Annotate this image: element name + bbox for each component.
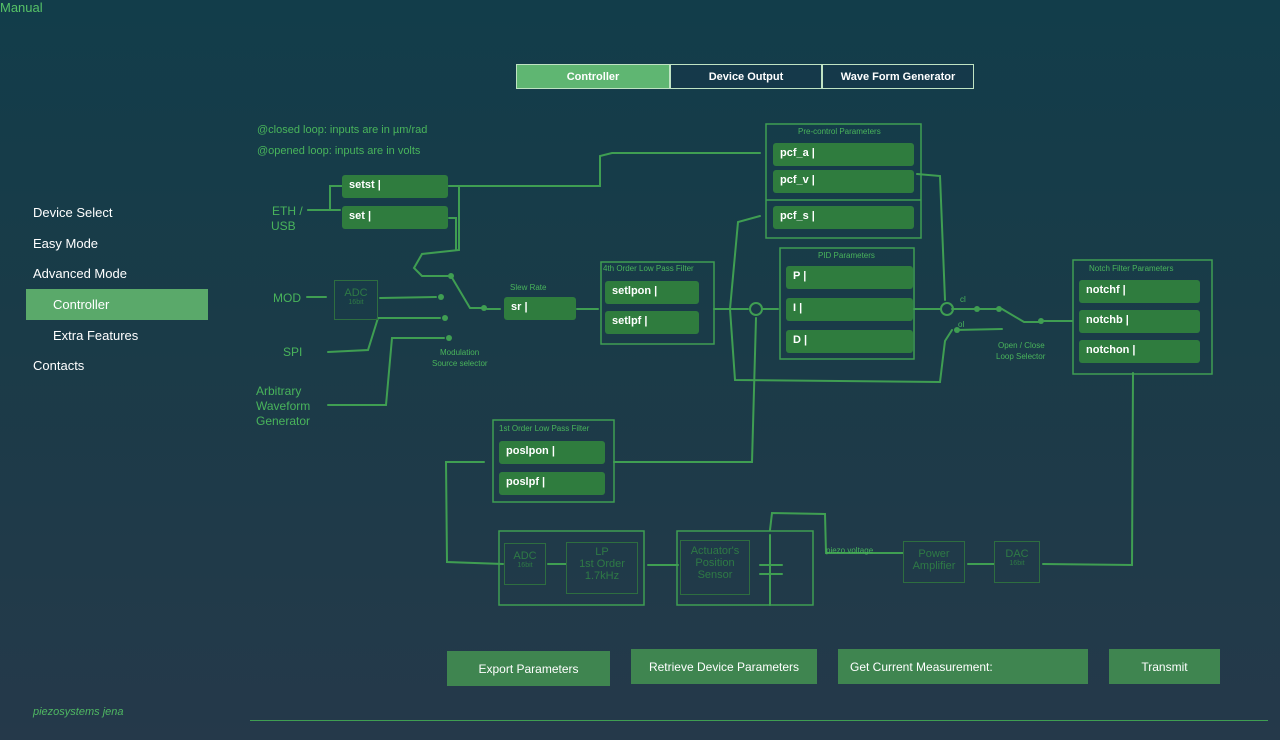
adc-feedback-block: ADC 16bit — [504, 543, 546, 585]
closed-loop-note: @closed loop: inputs are in µm/rad — [257, 124, 428, 136]
controller-block-diagram — [306, 123, 1213, 606]
opened-loop-note: @opened loop: inputs are in volts — [257, 145, 421, 157]
dac-block: DAC 16bit — [994, 541, 1040, 583]
loop-selector-label-1: Open / Close — [998, 341, 1045, 350]
modulation-selector-label-2: Source selector — [432, 359, 488, 368]
set-field[interactable]: set | — [342, 206, 448, 229]
pcf-a-field[interactable]: pcf_a | — [773, 143, 914, 166]
pid-p-field[interactable]: P | — [786, 266, 913, 289]
pid-title: PID Parameters — [818, 251, 875, 260]
notchon-field[interactable]: notchon | — [1079, 340, 1200, 363]
awg-label-2: Waveform — [256, 399, 311, 413]
notchb-field[interactable]: notchb | — [1079, 310, 1200, 333]
lpf1-title: 1st Order Low Pass Filter — [499, 424, 590, 433]
lpf4-title: 4th Order Low Pass Filter — [603, 264, 694, 273]
sr-field[interactable]: sr | — [504, 297, 576, 320]
pid-i-field[interactable]: I | — [786, 298, 913, 321]
lp-filter-block: LP 1st Order 1.7kHz — [566, 542, 638, 594]
transmit-button[interactable]: Transmit — [1109, 649, 1220, 684]
cl-label: cl — [960, 295, 966, 304]
loop-selector-label-2: Loop Selector — [996, 352, 1046, 361]
adc-input-block: ADC 16bit — [334, 280, 378, 320]
awg-label-3: Generator — [256, 414, 311, 428]
pcf-s-field[interactable]: pcf_s | — [773, 206, 914, 229]
position-sensor-block: Actuator's Position Sensor — [680, 540, 750, 595]
export-parameters-button[interactable]: Export Parameters — [447, 651, 610, 686]
pid-d-field[interactable]: D | — [786, 330, 913, 353]
pcf-v-field[interactable]: pcf_v | — [773, 170, 914, 193]
usb-label: USB — [271, 219, 296, 233]
precontrol-title: Pre-control Parameters — [798, 127, 881, 136]
mod-label: MOD — [273, 291, 301, 305]
poslpf-field[interactable]: poslpf | — [499, 472, 605, 495]
awg-label-1: Arbitrary — [256, 384, 302, 398]
power-amplifier-block: Power Amplifier — [903, 541, 965, 583]
piezo-voltage-label: piezo voltage — [826, 546, 874, 555]
slew-rate-label: Slew Rate — [510, 283, 547, 292]
retrieve-device-parameters-button[interactable]: Retrieve Device Parameters — [631, 649, 817, 684]
spi-label: SPI — [283, 345, 303, 359]
setlpf-field[interactable]: setlpf | — [605, 311, 699, 334]
notchf-field[interactable]: notchf | — [1079, 280, 1200, 303]
ol-label: ol — [958, 320, 965, 329]
setst-field[interactable]: setst | — [342, 175, 448, 198]
get-current-measurement-field[interactable]: Get Current Measurement: — [838, 649, 1088, 684]
modulation-selector-label-1: Modulation — [440, 348, 480, 357]
setlpon-field[interactable]: setlpon | — [605, 281, 699, 304]
notch-title: Notch Filter Parameters — [1089, 264, 1174, 273]
eth-label: ETH / — [272, 204, 303, 218]
poslpon-field[interactable]: poslpon | — [499, 441, 605, 464]
